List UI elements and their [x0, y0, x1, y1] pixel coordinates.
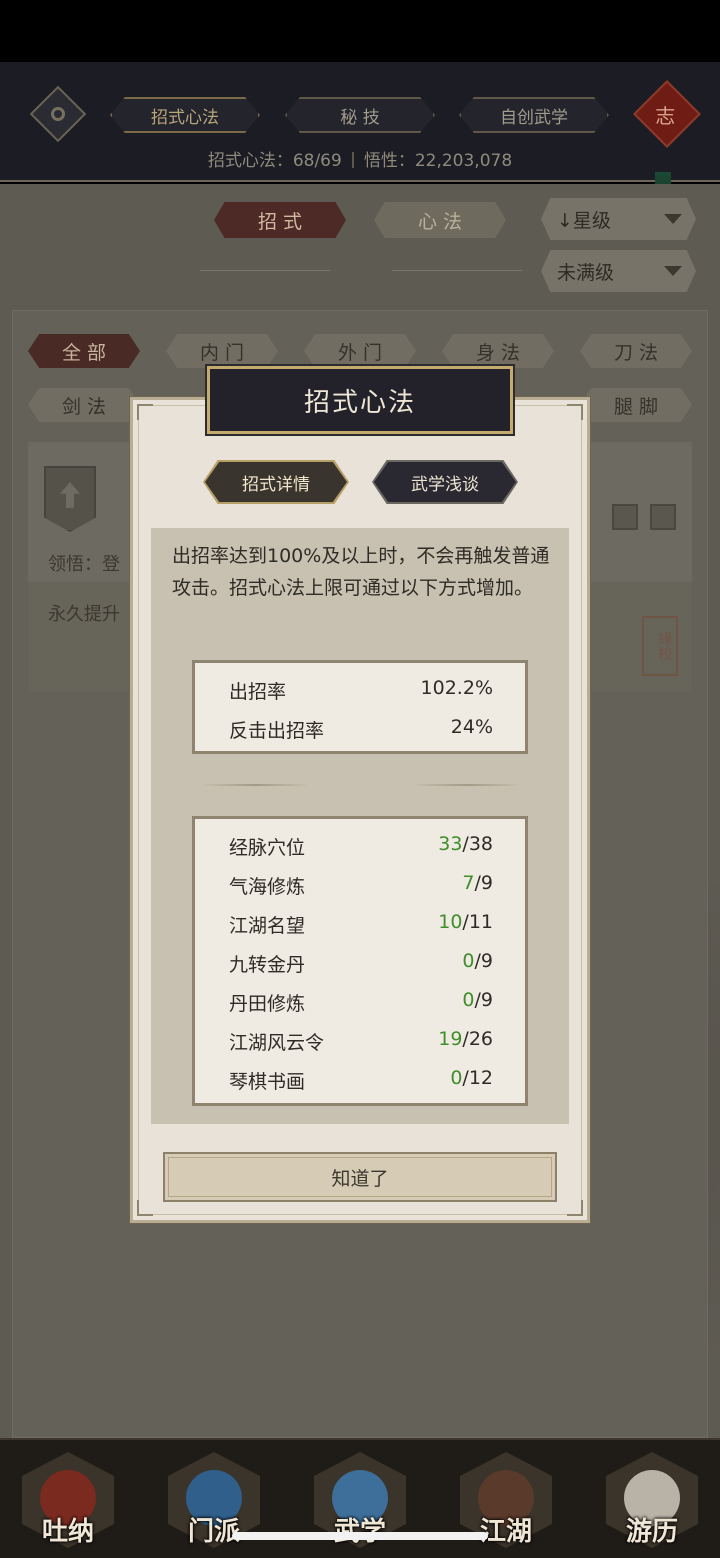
- nav-label: 吐纳: [41, 1517, 94, 1547]
- header-stats: 招式心法：68/69 悟性：22,203,078: [0, 146, 720, 171]
- source-value: 0/12: [450, 1067, 493, 1089]
- nav-label: 门派: [187, 1517, 240, 1547]
- flower-badge-icon[interactable]: [650, 504, 676, 530]
- sort-dropdown-value: ↓星级: [557, 209, 611, 232]
- source-value: 0/9: [462, 989, 493, 1011]
- divider: [392, 270, 522, 271]
- source-value: 19/26: [438, 1028, 493, 1050]
- insight-value: 悟性：22,203,078: [363, 151, 513, 171]
- filter-dropdown-value: 未满级: [557, 261, 615, 284]
- source-row: 江湖风云令 19/26: [229, 1028, 493, 1055]
- source-box: 经脉穴位 33/38 气海修炼 7/9 江湖名望 10/11 九转金丹 0/9 …: [192, 816, 528, 1106]
- source-row: 丹田修炼 0/9: [229, 989, 493, 1016]
- star-badge-icon[interactable]: [612, 504, 638, 530]
- ornament-divider: [200, 784, 310, 786]
- rate-value: 24%: [450, 716, 493, 738]
- eye-icon[interactable]: [29, 85, 87, 143]
- chip-sword[interactable]: 剑 法: [28, 388, 140, 422]
- comprehension-label: 领悟：登: [48, 554, 120, 575]
- chip-outer[interactable]: 外 门: [304, 334, 416, 368]
- sort-dropdown[interactable]: ↓星级: [541, 198, 696, 240]
- tab-secret-skills[interactable]: 秘 技: [285, 97, 435, 133]
- seal-stamp: 綠校: [642, 616, 678, 676]
- nav-label: 游历: [625, 1517, 678, 1547]
- nav-label: 江湖: [479, 1517, 532, 1547]
- ok-button-label: 知道了: [331, 1167, 389, 1190]
- source-value: 0/9: [462, 950, 493, 972]
- upgrade-shield-icon: [44, 466, 96, 532]
- chevron-down-icon: [664, 266, 682, 276]
- chip-kick[interactable]: 腿 脚: [580, 388, 692, 422]
- chip-movement[interactable]: 身 法: [442, 334, 554, 368]
- source-name: 九转金丹: [229, 954, 306, 976]
- source-name: 经脉穴位: [229, 837, 306, 859]
- nav-travel[interactable]: 游历: [606, 1452, 698, 1552]
- source-value: 10/11: [438, 911, 493, 933]
- source-row: 琴棋书画 0/12: [229, 1067, 493, 1094]
- chevron-down-icon: [664, 214, 682, 224]
- rate-value: 102.2%: [420, 677, 493, 699]
- ok-button[interactable]: 知道了: [163, 1152, 557, 1202]
- nav-label: 武学: [314, 1511, 406, 1548]
- source-name: 气海修炼: [229, 876, 306, 898]
- source-name: 丹田修炼: [229, 993, 306, 1015]
- rate-row: 反击出招率 24%: [229, 716, 493, 743]
- chip-inner[interactable]: 内 门: [166, 334, 278, 368]
- source-value: 33/38: [438, 833, 493, 855]
- ornament-divider: [412, 784, 522, 786]
- chip-saber[interactable]: 刀 法: [580, 334, 692, 368]
- rate-name: 出招率: [229, 681, 287, 703]
- modal-title: 招式心法: [303, 387, 416, 418]
- source-name: 江湖名望: [229, 915, 306, 937]
- source-row: 江湖名望 10/11: [229, 911, 493, 938]
- top-header: 招式心法 秘 技 自创武学 志 招式心法：68/69 悟性：22,203,078: [0, 62, 720, 224]
- tab-martial-talk[interactable]: 武学浅谈: [374, 462, 516, 502]
- source-row: 经脉穴位 33/38: [229, 833, 493, 860]
- home-indicator[interactable]: [232, 1532, 488, 1540]
- status-bar: [0, 0, 720, 62]
- filter-dropdown[interactable]: 未满级: [541, 250, 696, 292]
- source-row: 气海修炼 7/9: [229, 872, 493, 899]
- tab-moves-techniques[interactable]: 招式心法: [110, 97, 260, 133]
- rate-name: 反击出招率: [229, 720, 325, 742]
- rate-box: 出招率 102.2% 反击出招率 24%: [192, 660, 528, 754]
- rate-row: 出招率 102.2%: [229, 677, 493, 704]
- skill-description: 永久提升: [48, 604, 120, 625]
- segment-moves[interactable]: 招 式: [214, 202, 346, 238]
- bottom-nav: 吐纳 门派 武学 江湖 游历: [0, 1438, 720, 1558]
- tab-custom-martial[interactable]: 自创武学: [459, 97, 609, 133]
- divider: [200, 270, 330, 271]
- source-name: 江湖风云令: [229, 1032, 325, 1054]
- tab-move-details[interactable]: 招式详情: [205, 462, 347, 502]
- segment-methods[interactable]: 心 法: [374, 202, 506, 238]
- moves-count: 招式心法：68/69: [207, 151, 342, 171]
- source-value: 7/9: [462, 872, 493, 894]
- source-row: 九转金丹 0/9: [229, 950, 493, 977]
- modal-description: 出招率达到100%及以上时，不会再触发普通攻击。招式心法上限可通过以下方式增加。: [172, 545, 550, 599]
- source-name: 琴棋书画: [229, 1071, 306, 1093]
- nav-breathing[interactable]: 吐纳: [22, 1452, 114, 1552]
- chip-all[interactable]: 全 部: [28, 334, 140, 368]
- modal-title-plate: 招式心法: [207, 366, 513, 434]
- chinese-knot-icon[interactable]: 志: [633, 80, 701, 148]
